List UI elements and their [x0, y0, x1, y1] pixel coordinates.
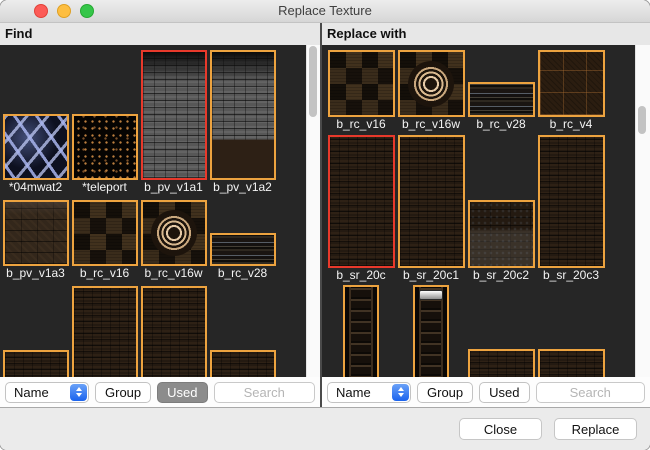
texture-label: *04mwat2 — [1, 180, 70, 196]
texture-tile-b_rc_v16[interactable] — [72, 200, 138, 266]
find-group-button[interactable]: Group — [95, 382, 151, 403]
texture-tile-unlabeled[interactable] — [141, 286, 207, 377]
find-used-button[interactable]: Used — [157, 382, 207, 403]
replace-scrollbar-thumb[interactable] — [638, 106, 646, 134]
replace-group-button[interactable]: Group — [417, 382, 473, 403]
find-texture-grid: *04mwat2*teleportb_pv_v1a1b_pv_v1a2 b_pv_… — [0, 45, 306, 377]
dropdown-stepper-icon — [392, 384, 409, 401]
texture-label: *teleport — [70, 180, 139, 196]
texture-label: b_sr_20c2 — [466, 268, 536, 284]
texture-tile-unlabeled[interactable] — [210, 350, 276, 377]
texture-tile-unlabeled[interactable] — [343, 285, 379, 377]
texture-label: b_pv_v1a2 — [208, 180, 277, 196]
texture-label: b_rc_v28 — [466, 117, 536, 133]
texture-tile-b_sr_20c1[interactable] — [398, 135, 465, 268]
texture-tile-b_rc_v16w[interactable] — [141, 200, 207, 266]
texture-label: b_pv_v1a3 — [1, 266, 70, 282]
find-sort-dropdown[interactable]: Name — [5, 382, 89, 403]
find-scrollbar-thumb[interactable] — [309, 46, 317, 117]
replace-controls-bar: Name Group Used — [322, 377, 650, 407]
window-title: Replace Texture — [0, 0, 650, 22]
texture-tile-b_rc_v16w[interactable] — [398, 50, 465, 117]
find-scrollbar-track[interactable] — [306, 45, 320, 377]
texture-label: b_rc_v4 — [536, 117, 606, 133]
texture-tile-*teleport[interactable] — [72, 114, 138, 180]
texture-tile-unlabeled[interactable] — [413, 285, 449, 377]
texture-tile-unlabeled[interactable] — [3, 350, 69, 377]
texture-tile-unlabeled[interactable] — [72, 286, 138, 377]
close-button[interactable]: Close — [459, 418, 542, 440]
texture-label: b_sr_20c3 — [536, 268, 606, 284]
texture-label: b_rc_v16w — [396, 117, 466, 133]
find-texture-panel: *04mwat2*teleportb_pv_v1a1b_pv_v1a2 b_pv_… — [0, 45, 320, 377]
texture-label: b_rc_v16w — [139, 266, 208, 282]
replace-scrollbar-track[interactable] — [635, 45, 650, 377]
texture-tile-b_sr_20c2[interactable] — [468, 200, 535, 268]
texture-label: b_sr_20c — [326, 268, 396, 284]
replace-used-button[interactable]: Used — [479, 382, 529, 403]
dialog-footer: Close Replace — [0, 407, 650, 450]
texture-tile-b_rc_v28[interactable] — [210, 233, 276, 266]
replace-sort-value: Name — [336, 385, 371, 400]
texture-tile-b_rc_v4[interactable] — [538, 50, 605, 117]
texture-tile-*04mwat2[interactable] — [3, 114, 69, 180]
texture-label: b_sr_20c1 — [396, 268, 466, 284]
texture-tile-b_pv_v1a1[interactable] — [141, 50, 207, 180]
find-search-input[interactable] — [214, 382, 316, 403]
find-header: Find — [5, 23, 32, 45]
texture-tile-unlabeled[interactable] — [468, 349, 535, 377]
texture-label: b_rc_v16 — [70, 266, 139, 282]
replace-with-header: Replace with — [327, 23, 406, 45]
texture-label: b_rc_v28 — [208, 266, 277, 282]
replace-search-input[interactable] — [536, 382, 646, 403]
replace-texture-dialog: Replace Texture Find Replace with *04mwa… — [0, 0, 650, 450]
replace-texture-panel: b_rc_v16b_rc_v16wb_rc_v28b_rc_v4 b_sr_20c… — [322, 45, 650, 377]
texture-tile-b_rc_v28[interactable] — [468, 82, 535, 117]
title-bar: Replace Texture — [0, 0, 650, 23]
texture-tile-b_pv_v1a3[interactable] — [3, 200, 69, 266]
find-sort-value: Name — [14, 385, 49, 400]
texture-label: b_rc_v16 — [326, 117, 396, 133]
dropdown-stepper-icon — [70, 384, 87, 401]
replace-texture-grid: b_rc_v16b_rc_v16wb_rc_v28b_rc_v4 b_sr_20c… — [322, 45, 636, 377]
texture-tile-b_pv_v1a2[interactable] — [210, 50, 276, 180]
texture-tile-b_sr_20c3[interactable] — [538, 135, 605, 268]
panel-headers: Find Replace with — [0, 23, 650, 45]
replace-button[interactable]: Replace — [554, 418, 637, 440]
texture-tile-b_sr_20c[interactable] — [328, 135, 395, 268]
texture-tile-unlabeled[interactable] — [538, 349, 605, 377]
texture-tile-b_rc_v16[interactable] — [328, 50, 395, 117]
replace-sort-dropdown[interactable]: Name — [327, 382, 411, 403]
find-controls-bar: Name Group Used — [0, 377, 320, 407]
texture-label: b_pv_v1a1 — [139, 180, 208, 196]
